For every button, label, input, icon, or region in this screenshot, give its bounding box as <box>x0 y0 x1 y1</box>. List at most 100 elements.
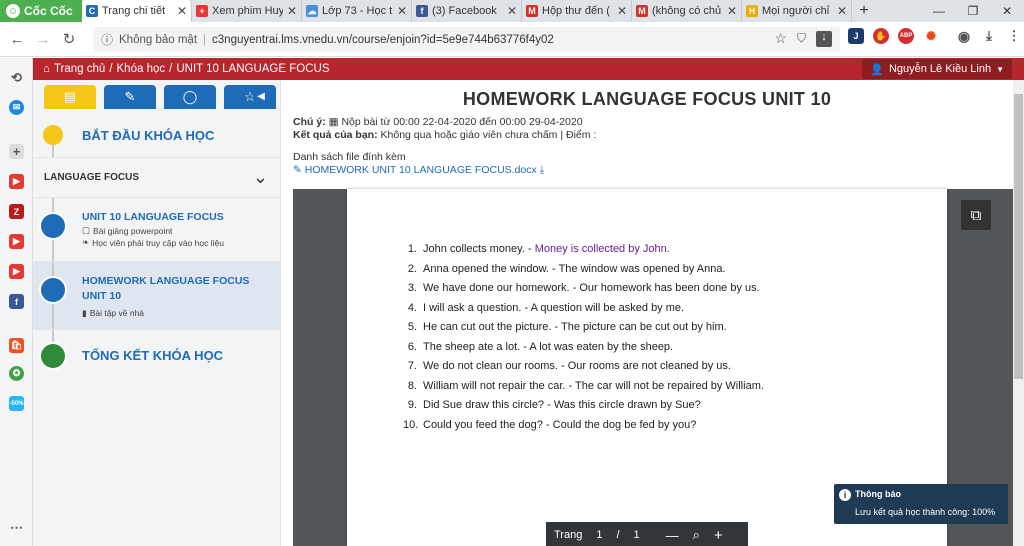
page-number[interactable]: 1 <box>596 529 602 541</box>
tab-title: Trang chi tiết <box>102 5 166 17</box>
toast-message: Lưu kết quả học thành công: 100% <box>855 507 996 517</box>
line-part-a: William will not repair the car. - The c… <box>423 379 764 392</box>
leaf-icon: ❧ <box>82 237 90 247</box>
line-part-a: We do not clean our rooms. - Our rooms a… <box>423 360 731 372</box>
forward-icon[interactable]: → <box>30 31 56 48</box>
zing-icon[interactable]: Z <box>9 204 24 219</box>
new-tab-button[interactable]: + <box>852 0 876 22</box>
sale-badge-icon[interactable]: -50% <box>9 396 24 411</box>
user-menu[interactable]: 👤 Nguyễn Lê Kiều Linh ▼ <box>862 59 1012 79</box>
user-name: Nguyễn Lê Kiều Linh <box>888 63 992 75</box>
end-course-item[interactable]: TỔNG KẾT KHÓA HỌC <box>33 330 280 382</box>
collapse-sidebar-icon[interactable]: ◀ <box>253 88 269 104</box>
browser-tab[interactable]: M (không có chủ ✕ <box>632 0 742 22</box>
lesson-item[interactable]: UNIT 10 LANGUAGE FOCUS ▢ Bài giảng powerp… <box>33 198 280 262</box>
tab-title: (3) Facebook <box>432 5 497 17</box>
tab-comment-icon[interactable]: ◯ <box>164 85 216 109</box>
line-part-a: He can cut out the picture. - The pictur… <box>423 321 727 333</box>
tab-book-icon[interactable]: ▤ <box>44 85 96 109</box>
tab-close-icon[interactable]: ✕ <box>727 4 737 18</box>
note-label: Chú ý: <box>293 116 326 128</box>
url-text[interactable]: c3nguyentrai.lms.vnedu.vn/course/enjoin?… <box>212 34 554 46</box>
scrollbar-thumb[interactable] <box>1014 94 1023 379</box>
window-controls: — ❐ ✕ <box>922 0 1024 22</box>
chevron-down-icon[interactable]: ⌄ <box>253 167 268 188</box>
line-number: 4. <box>407 301 417 314</box>
minimize-icon[interactable]: — <box>922 0 956 22</box>
exercise-line: 8. William will not repair the car. - The… <box>403 380 764 400</box>
breadcrumb-sep: / <box>109 63 113 75</box>
tab-close-icon[interactable]: ✕ <box>177 4 187 18</box>
line-text: We do not clean our rooms. - Our rooms a… <box>423 360 731 380</box>
history-icon[interactable]: ⟲ <box>9 70 24 85</box>
breadcrumb-current[interactable]: UNIT 10 LANGUAGE FOCUS <box>176 63 329 75</box>
extension-j-icon[interactable]: J <box>848 28 864 44</box>
messenger-icon[interactable]: ✉ <box>9 100 24 115</box>
zoom-in-icon[interactable]: + <box>714 527 723 544</box>
restore-icon[interactable]: ❐ <box>956 0 990 22</box>
line-number: 2. <box>407 262 417 275</box>
open-external-icon[interactable]: ⧉ <box>961 200 991 230</box>
extension-spark-icon[interactable]: ✺ <box>923 28 939 44</box>
download-page-icon[interactable]: ↓ <box>816 30 832 47</box>
tab-close-icon[interactable]: ✕ <box>397 4 407 18</box>
youtube-icon-2[interactable]: ▶ <box>9 234 24 249</box>
zoom-icon[interactable]: ⌕ <box>693 527 700 543</box>
start-course-item[interactable]: BẮT ĐẦU KHÓA HỌC <box>33 114 280 158</box>
attachment-link[interactable]: ✎ HOMEWORK UNIT 10 LANGUAGE FOCUS.docx ⤓ <box>293 164 544 177</box>
line-text: The sheep ate a lot. - A lot was eaten b… <box>423 341 673 361</box>
notification-toast[interactable]: i Thông báo Lưu kết quả học thành công: … <box>834 484 1008 524</box>
reload-icon[interactable]: ↻ <box>56 30 82 48</box>
downloads-icon[interactable]: ⤓ <box>981 28 997 44</box>
menu-icon[interactable]: ⋮ <box>1006 28 1022 44</box>
shield-icon[interactable]: ⛉ <box>797 31 806 46</box>
browser-tab[interactable]: f (3) Facebook ✕ <box>412 0 522 22</box>
line-number: 5. <box>407 321 417 333</box>
browser-tab[interactable]: C Trang chi tiết ✕ <box>82 0 192 22</box>
address-bar[interactable]: ⓘ Không bảo mật | c3nguyentrai.lms.vnedu… <box>93 27 840 52</box>
page-scrollbar[interactable] <box>1013 80 1024 546</box>
breadcrumb-home[interactable]: Trang chủ <box>54 63 105 75</box>
tab-close-icon[interactable]: ✕ <box>287 4 297 18</box>
tab-close-icon[interactable]: ✕ <box>837 4 847 18</box>
youtube-icon-3[interactable]: ▶ <box>9 264 24 279</box>
lesson-sub-2: ❧ Học viên phải truy cập vào học liệu <box>82 237 262 248</box>
more-icon[interactable]: ⋯ <box>9 520 24 535</box>
bookmark-star-icon[interactable]: ☆ <box>774 30 787 47</box>
tab-attachment-icon[interactable]: ✎ <box>104 85 156 109</box>
line-number: 3. <box>407 282 417 294</box>
extension-hand-icon[interactable]: ✋ <box>873 28 889 44</box>
browser-brand[interactable]: ☺ Cốc Cốc <box>0 0 82 22</box>
browser-tab[interactable]: ☁ Lớp 73 - Học t ✕ <box>302 0 412 22</box>
game-icon[interactable]: ✪ <box>9 366 24 381</box>
back-icon[interactable]: ← <box>4 31 30 48</box>
browser-tab[interactable]: M Hộp thư đến (✕ <box>522 0 632 22</box>
info-icon[interactable]: ⓘ <box>101 31 113 48</box>
main-content: HOMEWORK LANGUAGE FOCUS UNIT 10 Chú ý: ▦… <box>281 80 1013 546</box>
page-slash: / <box>616 529 620 541</box>
extension-abp-icon[interactable]: ABP <box>898 28 914 44</box>
browser-tab[interactable]: H Mọi người chỉ ✕ <box>742 0 852 22</box>
homework-item[interactable]: HOMEWORK LANGUAGE FOCUS UNIT 10 ▮ Bài tập… <box>33 262 280 330</box>
user-icon: 👤 <box>870 63 884 76</box>
tab-close-icon[interactable]: ✕ <box>507 4 517 18</box>
lesson-dot <box>39 212 67 240</box>
line-part-a: I will ask a question. - A question will… <box>423 301 685 314</box>
start-dot <box>43 125 63 145</box>
facebook-icon[interactable]: f <box>9 294 24 309</box>
browser-tab[interactable]: + Xem phim Huy ✕ <box>192 0 302 22</box>
close-window-icon[interactable]: ✕ <box>990 0 1024 22</box>
exercise-line: 6. The sheep ate a lot. - A lot was eaten… <box>403 341 764 361</box>
section-header[interactable]: LANGUAGE FOCUS ⌄ <box>33 158 280 198</box>
add-sidebar-icon[interactable]: + <box>9 144 24 159</box>
tab-close-icon[interactable]: ✕ <box>617 4 627 18</box>
homework-title: HOMEWORK LANGUAGE FOCUS UNIT 10 ▮ Bài tập… <box>82 274 267 321</box>
line-text: He can cut out the picture. - The pictur… <box>423 321 727 341</box>
profile-avatar-icon[interactable]: ◉ <box>956 28 972 44</box>
zoom-out-icon[interactable]: — <box>666 528 679 543</box>
breadcrumb-courses[interactable]: Khóa học <box>117 63 166 75</box>
youtube-icon[interactable]: ▶ <box>9 174 24 189</box>
shopping-icon[interactable]: 🛍 <box>9 338 24 353</box>
line-text: John collects money. - Money is collecte… <box>423 243 670 263</box>
tab-favicon-icon: C <box>86 5 98 17</box>
